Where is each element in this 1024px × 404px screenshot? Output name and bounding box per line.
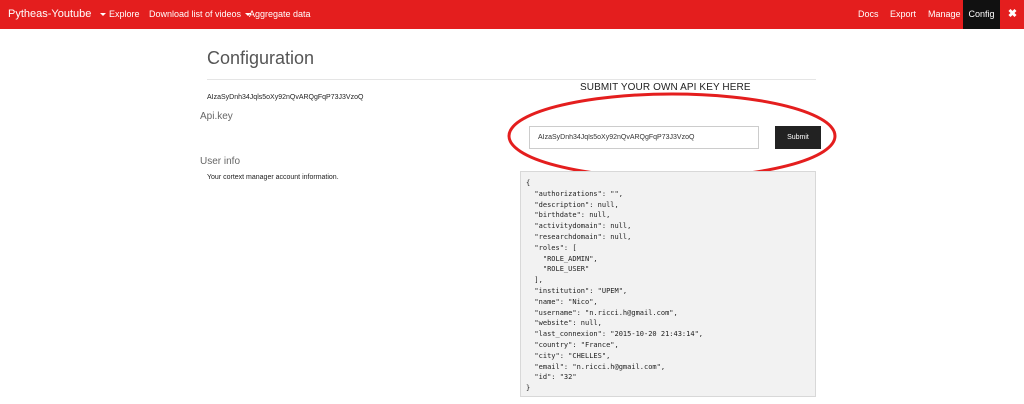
api-key-input[interactable] xyxy=(529,126,759,149)
nav-export[interactable]: Export xyxy=(890,0,916,29)
nav-aggregate-data[interactable]: Aggregate data xyxy=(249,0,311,29)
nav-docs[interactable]: Docs xyxy=(858,0,879,29)
nav-config[interactable]: Config xyxy=(963,0,1000,29)
brand-dropdown[interactable]: Pytheas-Youtube xyxy=(8,0,107,29)
close-icon[interactable]: ✖ xyxy=(1001,0,1024,29)
user-info-json: { "authorizations": "", "description": n… xyxy=(520,171,816,397)
nav-explore[interactable]: Explore xyxy=(109,0,140,29)
user-info-label: User info xyxy=(200,156,241,167)
page-title: Configuration xyxy=(207,48,315,68)
user-info-description: Your cortext manager account information… xyxy=(207,174,339,181)
submit-button[interactable]: Submit xyxy=(775,126,821,149)
current-api-key-text: AIzaSyDnh34Jqls5oXy92nQvARQgFqP73J3VzoQ xyxy=(207,94,364,101)
nav-download-list-dropdown[interactable]: Download list of videos xyxy=(149,0,252,29)
chevron-down-icon xyxy=(100,12,107,16)
submit-api-key-annotation: SUBMIT YOUR OWN API KEY HERE xyxy=(580,82,751,93)
title-divider xyxy=(207,79,816,80)
api-key-label: Api.key xyxy=(200,111,233,122)
top-navbar: Pytheas-Youtube Explore Download list of… xyxy=(0,0,1024,29)
highlight-ellipse xyxy=(507,92,837,180)
nav-download-list-label: Download list of videos xyxy=(149,9,242,19)
nav-manage[interactable]: Manage xyxy=(928,0,961,29)
brand-label: Pytheas-Youtube xyxy=(8,8,92,20)
